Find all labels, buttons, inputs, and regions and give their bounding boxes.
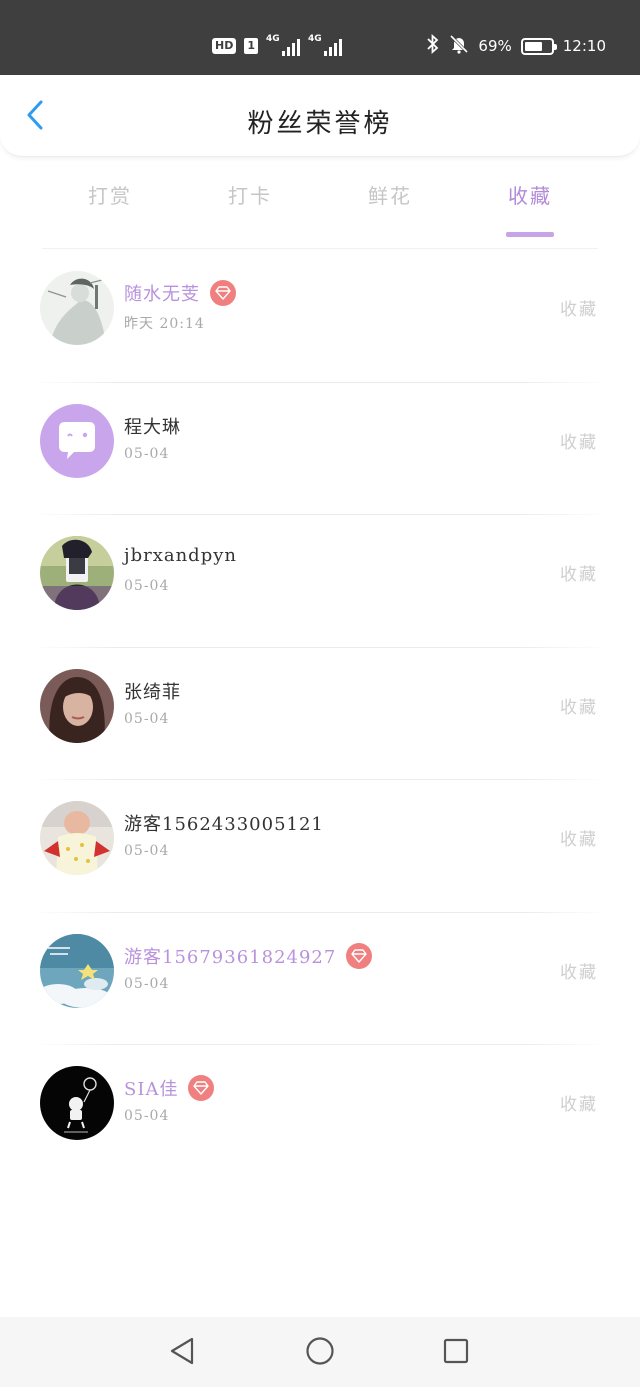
- recents-square-icon: [442, 1337, 470, 1369]
- list-item[interactable]: 游客15679361824927 05-04 收藏: [0, 913, 640, 1045]
- list-item[interactable]: 程大琳 05-04 收藏: [0, 383, 640, 515]
- fan-list: 随水无芰 昨天 20:14 收藏 程大琳 05-04 收藏 jbrxandpyn…: [0, 250, 640, 1178]
- list-item[interactable]: 游客1562433005121 05-04 收藏: [0, 780, 640, 913]
- signal-icon-2: 4G: [308, 34, 342, 56]
- active-tab-indicator: [506, 232, 554, 237]
- home-circle-icon: [305, 1336, 335, 1370]
- hd-badge: HD: [212, 38, 237, 54]
- tab-checkin[interactable]: 打卡: [210, 180, 290, 209]
- username-text: 程大琳: [124, 416, 181, 438]
- tab-favorites[interactable]: 收藏: [490, 180, 570, 237]
- username: 游客15679361824927: [124, 942, 373, 969]
- nav-back-button[interactable]: [164, 1337, 200, 1369]
- username-text: 随水无芰: [124, 284, 200, 305]
- nav-recents-button[interactable]: [438, 1337, 474, 1369]
- list-item[interactable]: 随水无芰 昨天 20:14 收藏: [0, 250, 640, 383]
- diamond-icon: [188, 1075, 215, 1101]
- photo-avatar[interactable]: [40, 536, 114, 610]
- sim-badge: 1: [244, 38, 258, 54]
- action-label: 收藏: [560, 432, 598, 453]
- action-label: 收藏: [560, 1095, 598, 1115]
- status-bar: HD 1 4G 4G 69% 12:10: [0, 0, 640, 75]
- timestamp: 05-04: [124, 445, 170, 462]
- timestamp: 05-04: [124, 975, 170, 992]
- bluetooth-icon: [426, 33, 440, 58]
- status-right: 69% 12:10: [426, 33, 606, 58]
- sky-avatar[interactable]: [40, 933, 114, 1008]
- diamond-icon: [210, 280, 236, 306]
- username-text: 张绮菲: [124, 681, 181, 703]
- list-item[interactable]: jbrxandpyn 05-04 收藏: [0, 515, 640, 648]
- username-text: 游客1562433005121: [124, 814, 324, 835]
- ink-painting-avatar[interactable]: [40, 271, 114, 345]
- network-indicators: HD 1 4G 4G: [212, 34, 342, 58]
- clock: 12:10: [562, 37, 606, 55]
- action-label: 收藏: [560, 300, 598, 320]
- tab-favorites-label: 收藏: [508, 184, 552, 208]
- tab-flowers[interactable]: 鲜花: [350, 180, 430, 209]
- username: 程大琳: [124, 413, 181, 439]
- portrait-avatar[interactable]: [40, 668, 114, 743]
- signal-icon: 4G: [266, 34, 300, 56]
- astronaut-avatar[interactable]: [40, 1066, 114, 1140]
- network-type: 4G: [266, 34, 280, 44]
- back-triangle-icon: [168, 1336, 196, 1370]
- battery-icon: [520, 37, 557, 55]
- system-nav-bar: [0, 1317, 640, 1387]
- action-label: 收藏: [560, 830, 598, 850]
- list-item[interactable]: 张绮菲 05-04 收藏: [0, 648, 640, 780]
- nav-home-button[interactable]: [302, 1337, 338, 1369]
- username: 随水无芰: [124, 280, 236, 306]
- divider: [42, 248, 598, 249]
- baby-avatar[interactable]: [40, 801, 114, 875]
- page-title: 粉丝荣誉榜: [247, 109, 393, 139]
- network-type-2: 4G: [308, 34, 322, 44]
- timestamp: 05-04: [124, 710, 170, 727]
- action-label: 收藏: [560, 962, 598, 983]
- username-text: jbrxandpyn: [124, 545, 237, 566]
- username-text: 游客15679361824927: [124, 946, 337, 968]
- default-chat-avatar[interactable]: [40, 403, 114, 478]
- username: SIA佳: [124, 1075, 215, 1101]
- action-label: 收藏: [560, 565, 598, 585]
- list-item[interactable]: SIA佳 05-04 收藏: [0, 1045, 640, 1178]
- timestamp: 05-04: [124, 578, 170, 594]
- username: 张绮菲: [124, 678, 181, 704]
- timestamp: 昨天 20:14: [124, 316, 205, 332]
- mute-bell-icon: [449, 34, 469, 58]
- battery-percent: 69%: [478, 37, 512, 55]
- username-text: SIA佳: [124, 1079, 179, 1100]
- timestamp: 05-04: [124, 843, 170, 859]
- username: jbrxandpyn: [124, 545, 237, 566]
- diamond-icon: [346, 942, 373, 969]
- header: 粉丝荣誉榜: [0, 75, 640, 157]
- tab-reward[interactable]: 打赏: [70, 180, 150, 209]
- tab-bar: 打赏 打卡 鲜花 收藏: [0, 170, 640, 240]
- username: 游客1562433005121: [124, 810, 324, 836]
- timestamp: 05-04: [124, 1108, 170, 1124]
- action-label: 收藏: [560, 697, 598, 718]
